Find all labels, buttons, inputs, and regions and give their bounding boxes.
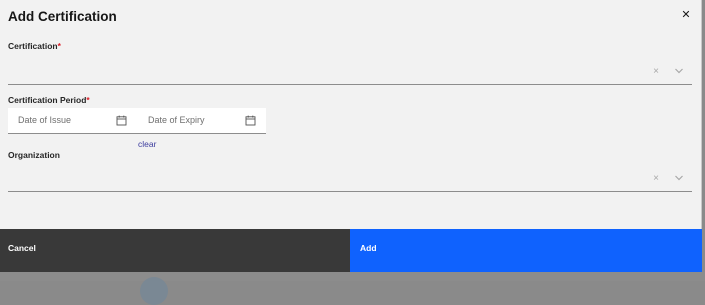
date-of-issue-input[interactable]: Date of Issue — [8, 108, 137, 133]
organization-label: Organization — [8, 150, 60, 160]
calendar-icon[interactable] — [116, 115, 127, 126]
modal-title: Add Certification — [8, 9, 117, 24]
clear-dates-link[interactable]: clear — [138, 139, 156, 149]
certification-label: Certification* — [8, 41, 61, 51]
calendar-icon[interactable] — [245, 115, 256, 126]
certification-combobox[interactable]: × — [8, 61, 692, 85]
required-mark: * — [86, 95, 90, 105]
certification-period-label: Certification Period* — [8, 95, 90, 105]
modal-footer: Cancel Add — [0, 229, 702, 272]
clear-icon[interactable]: × — [649, 168, 663, 190]
cancel-button[interactable]: Cancel — [0, 229, 350, 272]
required-mark: * — [57, 41, 61, 51]
close-icon[interactable]: ✕ — [680, 8, 692, 22]
organization-combobox[interactable]: × — [8, 168, 692, 192]
chevron-down-icon[interactable] — [672, 168, 686, 190]
clear-icon[interactable]: × — [649, 61, 663, 83]
backdrop-overlay — [0, 272, 705, 281]
chevron-down-icon[interactable] — [672, 61, 686, 83]
certification-label-text: Certification — [8, 41, 58, 51]
add-button[interactable]: Add — [350, 229, 702, 272]
certification-period-range: Date of Issue Date of Expiry — [8, 108, 266, 134]
backdrop-avatar — [140, 277, 168, 305]
add-certification-modal: Add Certification ✕ Certification* × Cer… — [0, 0, 702, 272]
date-of-expiry-input[interactable]: Date of Expiry — [137, 108, 266, 133]
date-of-issue-placeholder: Date of Issue — [18, 115, 72, 125]
certification-period-label-text: Certification Period — [8, 95, 87, 105]
date-of-expiry-placeholder: Date of Expiry — [148, 115, 205, 125]
